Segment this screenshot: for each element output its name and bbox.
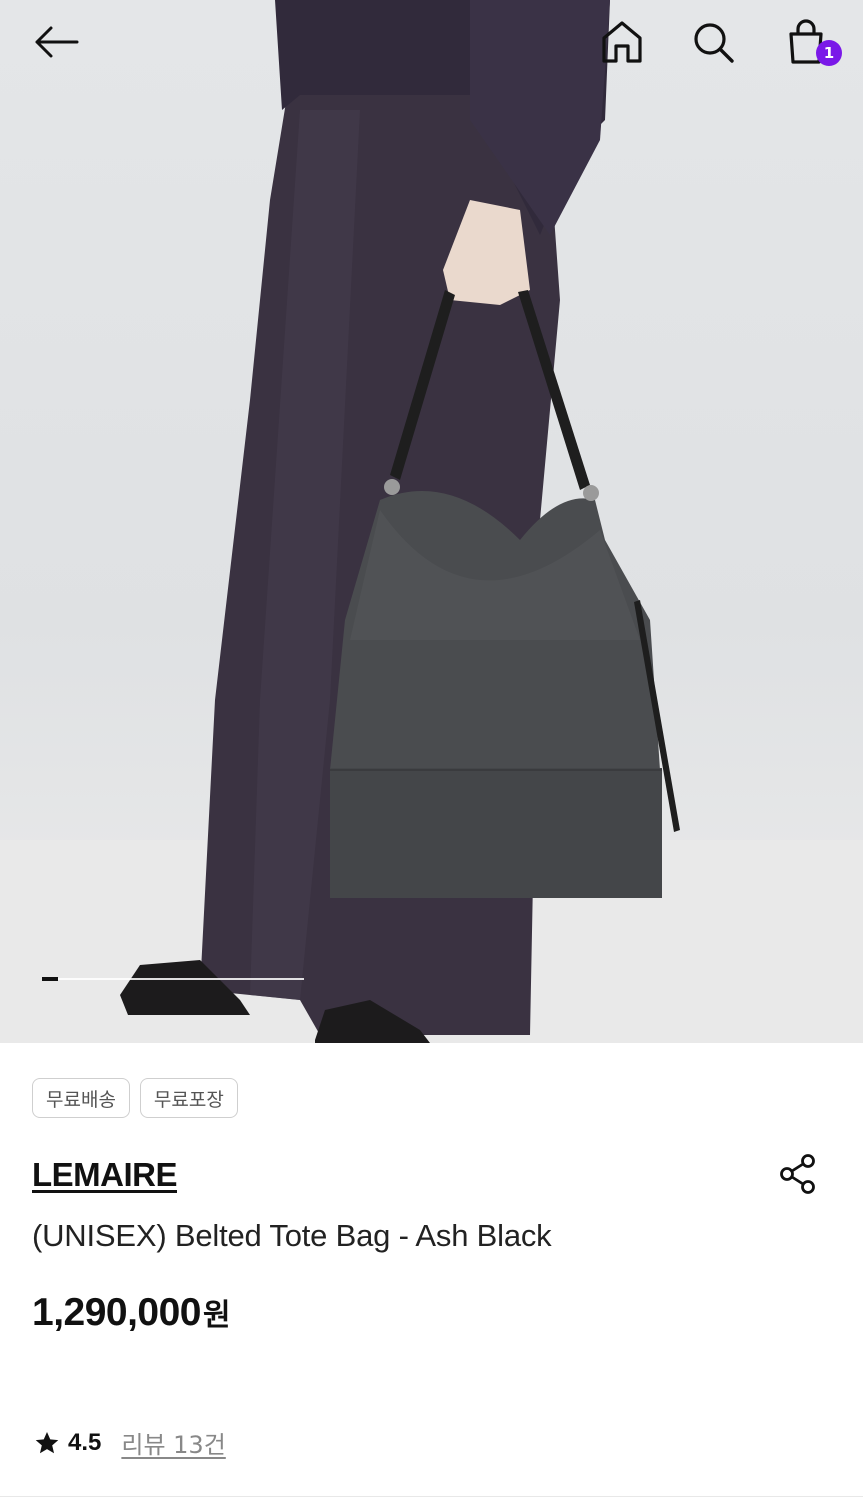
back-button[interactable] bbox=[28, 14, 84, 70]
search-icon bbox=[694, 23, 734, 63]
share-button[interactable] bbox=[772, 1150, 824, 1198]
cart-count-badge: 1 bbox=[816, 40, 842, 66]
price-currency: 원 bbox=[203, 1298, 231, 1333]
gallery-progress-thumb bbox=[42, 977, 58, 981]
top-navigation-bar: 1 bbox=[0, 0, 863, 90]
arrow-left-icon bbox=[35, 26, 79, 58]
product-photo bbox=[0, 0, 863, 1043]
review-count-link[interactable]: 리뷰 13건 bbox=[121, 1425, 225, 1460]
tag-free-wrapping: 무료포장 bbox=[139, 1078, 238, 1118]
search-button[interactable] bbox=[685, 14, 741, 70]
star-icon bbox=[35, 1431, 59, 1453]
gallery-progress-track bbox=[42, 978, 304, 980]
product-image-gallery[interactable]: 1 bbox=[0, 0, 863, 1043]
cart-button[interactable]: 1 bbox=[778, 14, 842, 70]
benefit-tags: 무료배송 무료포장 bbox=[32, 1078, 238, 1118]
rating-score: 4.5 bbox=[68, 1428, 102, 1456]
divider bbox=[0, 1496, 863, 1497]
tag-free-shipping: 무료배송 bbox=[32, 1078, 130, 1118]
share-icon bbox=[780, 1154, 815, 1194]
rating-summary: 4.5 리뷰 13건 bbox=[34, 1425, 226, 1460]
product-price: 1,290,000 원 bbox=[32, 1290, 231, 1335]
home-button[interactable] bbox=[594, 14, 650, 70]
product-title: (UNISEX) Belted Tote Bag - Ash Black bbox=[32, 1218, 552, 1253]
gallery-progress-indicator bbox=[42, 977, 304, 981]
brand-link[interactable]: LEMAIRE bbox=[32, 1156, 178, 1194]
home-icon bbox=[602, 21, 642, 63]
price-amount: 1,290,000 bbox=[32, 1291, 202, 1334]
